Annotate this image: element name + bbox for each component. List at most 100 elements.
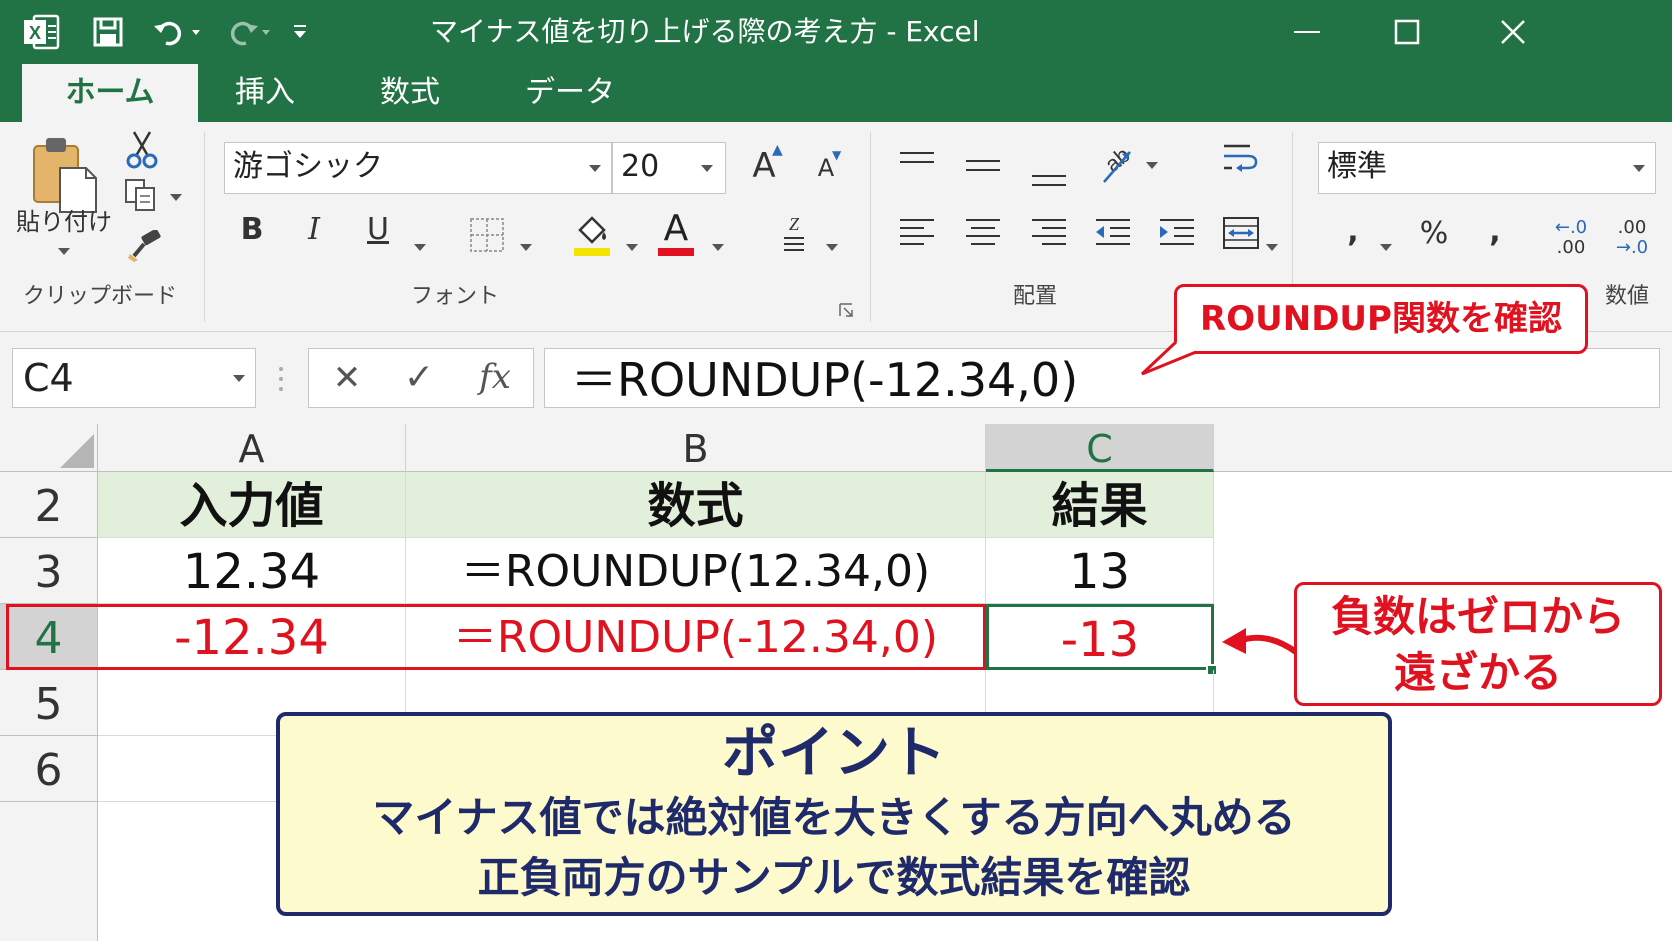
cell-a2[interactable]: 入力値 [98,472,406,538]
row-header-5[interactable]: 5 [0,670,98,736]
font-color-icon[interactable]: A [656,208,696,258]
underline-dropdown-icon[interactable] [414,244,426,251]
point-line-2: 正負両方のサンプルで数式結果を確認 [477,853,1191,902]
svg-text:X: X [29,23,41,43]
cell-b3[interactable]: ＝ROUNDUP(12.34,0) [406,538,986,604]
copy-dropdown-icon[interactable] [170,194,182,201]
excel-logo-icon[interactable]: X [22,14,60,50]
chevron-down-icon [701,165,713,172]
align-right-icon[interactable] [1030,216,1068,250]
underline-button[interactable]: U [360,212,396,256]
column-header-a[interactable]: A [98,424,406,472]
accounting-dropdown-icon[interactable] [1380,244,1392,251]
column-header-blank [1214,424,1672,472]
row-header-3[interactable]: 3 [0,538,98,604]
increase-decimal-button[interactable]: ←.0 .00 [1546,218,1596,262]
copy-icon[interactable] [124,178,158,212]
redo-icon[interactable] [222,16,274,48]
column-header-c[interactable]: C [986,424,1214,472]
merge-dropdown-icon[interactable] [1266,244,1278,251]
close-icon[interactable] [1496,16,1530,48]
percent-style-button[interactable]: % [1414,216,1454,256]
tab-home[interactable]: ホーム [22,64,198,122]
save-icon[interactable] [92,16,124,48]
decrease-decimal-button[interactable]: .00 →.0 [1606,218,1658,262]
chevron-down-icon [233,375,245,382]
chevron-down-icon [589,165,601,172]
cell-c3[interactable]: 13 [986,538,1214,604]
shrink-font-button[interactable]: A ▼ [808,148,844,188]
align-center-icon[interactable] [964,216,1002,250]
font-name-dropdown[interactable]: 游ゴシック [224,142,612,194]
alignment-group-label: 配置 [1012,284,1057,309]
tab-data[interactable]: データ [500,64,640,122]
phonetic-dropdown-icon[interactable] [826,244,838,251]
formula-input[interactable]: ＝ROUNDUP(-12.34,0) [544,348,1660,408]
comma-style-button[interactable]: , [1480,214,1510,254]
minimize-icon[interactable] [1290,16,1324,48]
name-box[interactable]: C4 [12,348,256,408]
align-middle-icon[interactable] [964,150,1002,180]
confirm-entry-button[interactable]: ✓ [398,354,440,402]
cancel-entry-button[interactable]: ✕ [326,354,368,402]
row-header-6[interactable]: 6 [0,736,98,802]
grow-font-button[interactable]: A ▲ [742,142,786,186]
phonetic-guide-icon[interactable]: Z [778,212,810,256]
fill-color-icon[interactable] [572,212,612,258]
point-box: ポイント マイナス値では絶対値を大きくする方向へ丸める 正負両方のサンプルで数式… [276,712,1392,916]
align-top-icon[interactable] [898,150,936,180]
customize-quick-access-icon[interactable] [292,22,308,42]
borders-icon[interactable] [468,216,506,254]
borders-dropdown-icon[interactable] [520,244,532,251]
select-all-button[interactable] [0,424,98,472]
tab-formulas[interactable]: 数式 [350,64,470,122]
undo-icon[interactable] [152,16,204,48]
format-painter-icon[interactable] [126,228,162,262]
column-header-b[interactable]: B [406,424,986,472]
wrap-text-icon[interactable] [1220,140,1260,180]
row-highlight-box [6,604,986,670]
fill-color-dropdown-icon[interactable] [626,244,638,251]
row-header-filler [0,802,98,941]
increase-indent-icon[interactable] [1158,216,1196,250]
font-size-dropdown[interactable]: 20 [612,142,726,194]
cell-c4[interactable]: -13 [986,604,1214,670]
formula-text: ＝ROUNDUP(-12.34,0) [571,353,1079,407]
bold-button[interactable]: B [234,212,270,256]
paste-label[interactable]: 貼り付け [14,202,114,237]
font-group-label: フォント [410,284,499,309]
font-dialog-launcher-icon[interactable] [838,302,854,318]
title-bar: X マイナス値を切り上げる際の考え方 - Excel [0,0,1672,64]
point-title: ポイント [722,721,946,786]
chevron-down-icon [1633,165,1645,172]
clipboard-group-label: クリップボード [22,284,177,309]
orientation-icon[interactable]: ab [1094,142,1138,186]
cell-c2[interactable]: 結果 [986,472,1214,538]
callout-roundup-check: ROUNDUP関数を確認 [1174,284,1588,354]
insert-function-button[interactable]: fx [470,354,520,402]
merge-center-icon[interactable] [1222,214,1260,252]
svg-text:ab: ab [1100,142,1135,177]
callout-pointer-top [1140,340,1197,376]
align-left-icon[interactable] [898,216,936,250]
number-format-value: 標準 [1327,149,1387,184]
align-bottom-icon[interactable] [1030,158,1068,188]
ribbon-tabs: ホーム 挿入 数式 データ [0,64,1672,122]
cell-b2[interactable]: 数式 [406,472,986,538]
number-format-dropdown[interactable]: 標準 [1318,142,1656,194]
font-color-dropdown-icon[interactable] [712,244,724,251]
cell-a3[interactable]: 12.34 [98,538,406,604]
tab-insert[interactable]: 挿入 [210,64,320,122]
number-group-label: 数値 [1604,284,1649,309]
accounting-format-button[interactable]: , [1338,214,1368,254]
orientation-dropdown-icon[interactable] [1146,162,1158,169]
maximize-icon[interactable] [1390,16,1424,48]
paste-dropdown-icon[interactable] [58,248,70,255]
point-line-1: マイナス値では絶対値を大きくする方向へ丸める [372,793,1296,842]
cut-icon[interactable] [124,130,160,170]
formula-bar-grip-icon[interactable] [278,366,284,392]
italic-button[interactable]: I [296,212,332,256]
callout-negative-away-from-zero: 負数はゼロから 遠ざかる [1294,582,1662,706]
row-header-2[interactable]: 2 [0,472,98,538]
decrease-indent-icon[interactable] [1094,216,1132,250]
